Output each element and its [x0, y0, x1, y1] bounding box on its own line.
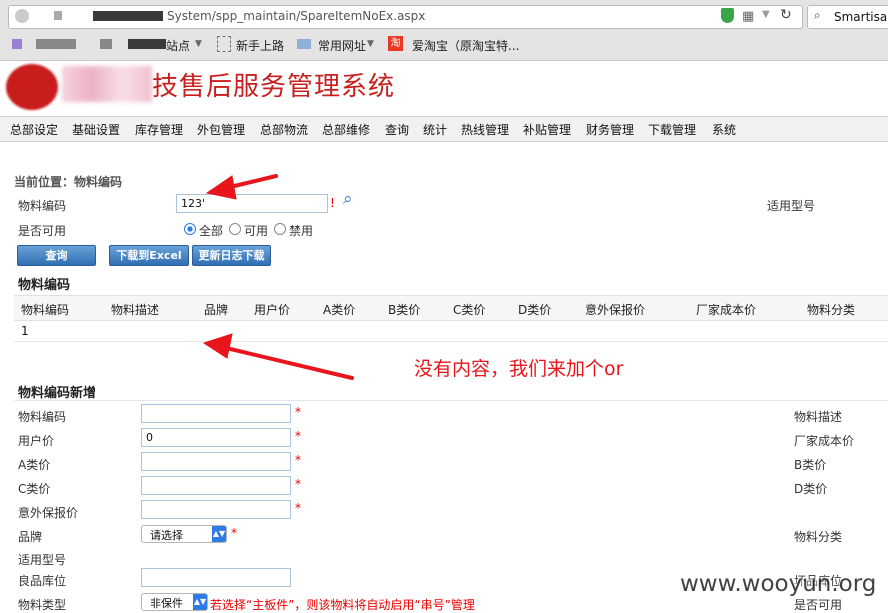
required-mark: *	[295, 477, 301, 491]
select-arrow-icon: ▲▼	[193, 594, 207, 610]
right-label-d-price: D类价	[794, 482, 828, 496]
right-label-b-price: B类价	[794, 458, 827, 472]
field-user-price-label: 用户价	[18, 434, 55, 448]
field-c-price-input[interactable]	[141, 476, 291, 495]
add-form-title: 物料编码新增	[18, 386, 97, 401]
required-mark: *	[231, 526, 237, 540]
field-accident-price-label: 意外保报价	[18, 506, 79, 520]
field-c-price-label: C类价	[18, 482, 51, 496]
type-select-value: 非保件	[150, 597, 183, 610]
type-note: 若选择“主板件”，则该物料将自动启用“串号”管理	[210, 598, 475, 612]
field-a-price-label: A类价	[18, 458, 51, 472]
field-code-label: 物料编码	[18, 410, 67, 424]
select-arrow-icon: ▲▼	[212, 526, 226, 542]
field-a-price-input[interactable]	[141, 452, 291, 471]
model-field-label: 适用型号	[18, 553, 67, 567]
brand-select[interactable]: 请选择 ▲▼	[141, 525, 227, 543]
right-label-availability: 是否可用	[794, 598, 843, 612]
type-select[interactable]: 非保件 ▲▼	[141, 593, 208, 611]
divider	[14, 400, 888, 401]
right-label-description: 物料描述	[794, 410, 843, 424]
required-mark: *	[295, 429, 301, 443]
stock-location-input[interactable]	[141, 568, 291, 587]
type-label: 物料类型	[18, 598, 67, 612]
required-mark: *	[295, 405, 301, 419]
required-mark: *	[295, 453, 301, 467]
field-accident-price-input[interactable]	[141, 500, 291, 519]
brand-label: 品牌	[18, 530, 43, 544]
annotation-arrows	[202, 174, 354, 380]
brand-select-value: 请选择	[150, 529, 183, 542]
required-mark: *	[295, 501, 301, 515]
right-label-category: 物料分类	[794, 530, 843, 544]
watermark: www.wooyun.org	[680, 571, 877, 597]
field-user-price-input[interactable]: 0	[141, 428, 291, 447]
stock-location-label: 良品库位	[18, 574, 67, 588]
annotation-text: 没有内容，我们来加个or	[414, 358, 624, 380]
field-code-input[interactable]	[141, 404, 291, 423]
right-label-cost-price: 厂家成本价	[794, 434, 855, 448]
